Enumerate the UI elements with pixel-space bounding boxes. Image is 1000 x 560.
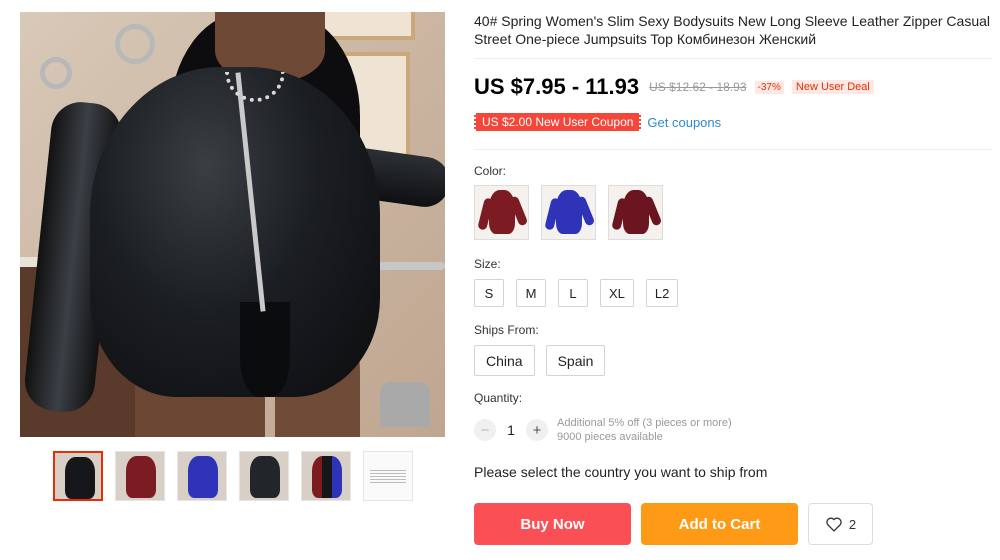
thumbnail-figure xyxy=(188,456,218,498)
size-option-xl[interactable]: XL xyxy=(600,279,634,307)
thumbnail-size-chart[interactable] xyxy=(363,451,413,501)
discount-badge: -37% xyxy=(754,80,784,94)
heart-icon xyxy=(826,517,842,532)
swatch-figure xyxy=(489,190,515,234)
thumbnail-wine-red[interactable] xyxy=(115,451,165,501)
size-option-s[interactable]: S xyxy=(474,279,504,307)
wishlist-count: 2 xyxy=(848,516,857,532)
bodysuit xyxy=(90,67,380,397)
coupon-row: US $2.00 New User Coupon Get coupons xyxy=(474,113,721,131)
size-options: S M L XL L2 xyxy=(474,279,679,307)
size-chart-icon xyxy=(370,470,406,484)
ships-from-spain[interactable]: Spain xyxy=(545,345,606,376)
thumbnail-figure xyxy=(312,456,342,498)
quantity-stepper: − 1 + Additional 5% off (3 pieces or mor… xyxy=(474,416,732,444)
thumbnail-black[interactable] xyxy=(53,451,103,501)
divider xyxy=(474,149,992,150)
quantity-decrease-button[interactable]: − xyxy=(474,419,496,441)
ship-country-message: Please select the country you want to sh… xyxy=(474,464,768,480)
quantity-increase-button[interactable]: + xyxy=(526,419,548,441)
divider xyxy=(474,58,992,59)
wishlist-button[interactable]: 2 xyxy=(808,503,873,545)
action-buttons: Buy Now Add to Cart 2 xyxy=(474,503,873,545)
buy-now-button[interactable]: Buy Now xyxy=(474,503,631,545)
swatch-figure xyxy=(556,190,582,234)
faucet xyxy=(380,382,430,427)
quantity-label: Quantity: xyxy=(474,391,523,405)
towel-ring-2 xyxy=(40,57,72,89)
color-option-blue[interactable] xyxy=(541,185,596,240)
bodysuit-bottom xyxy=(240,302,290,397)
coupon-badge: US $2.00 New User Coupon xyxy=(474,113,642,131)
thumbnail-black-alt[interactable] xyxy=(239,451,289,501)
size-option-l[interactable]: L xyxy=(558,279,588,307)
color-option-wine-red[interactable] xyxy=(474,185,529,240)
thumbnail-multi[interactable] xyxy=(301,451,351,501)
current-price: US $7.95 - 11.93 xyxy=(474,74,640,99)
product-title: 40# Spring Women's Slim Sexy Bodysuits N… xyxy=(474,13,991,47)
quantity-value[interactable]: 1 xyxy=(496,422,526,438)
size-option-l2[interactable]: L2 xyxy=(645,279,679,307)
color-options xyxy=(474,185,663,240)
thumbnail-strip xyxy=(53,451,413,501)
get-coupons-link[interactable]: Get coupons xyxy=(647,115,721,130)
color-option-dark-red[interactable] xyxy=(608,185,663,240)
thumbnail-figure xyxy=(126,456,156,498)
stock-available: 9000 pieces available xyxy=(557,431,663,443)
ships-from-options: China Spain xyxy=(474,345,606,376)
size-option-m[interactable]: M xyxy=(516,279,546,307)
ships-from-label: Ships From: xyxy=(474,323,539,337)
towel-ring xyxy=(115,24,155,64)
thumbnail-figure xyxy=(250,456,280,498)
thumbnail-figure xyxy=(65,457,95,499)
main-product-image[interactable] xyxy=(20,12,445,437)
ships-from-china[interactable]: China xyxy=(474,345,535,376)
original-price: US $12.62 - 18.93 xyxy=(649,80,747,94)
add-to-cart-button[interactable]: Add to Cart xyxy=(641,503,798,545)
price-row: US $7.95 - 11.93 US $12.62 - 18.93 -37% … xyxy=(474,74,874,100)
bulk-discount-note: Additional 5% off (3 pieces or more) xyxy=(557,417,732,429)
swatch-figure xyxy=(623,190,649,234)
new-user-deal-badge: New User Deal xyxy=(791,80,874,94)
quantity-info: Additional 5% off (3 pieces or more) 900… xyxy=(557,416,732,444)
color-label: Color: xyxy=(474,164,507,178)
thumbnail-blue[interactable] xyxy=(177,451,227,501)
size-label: Size: xyxy=(474,257,501,271)
